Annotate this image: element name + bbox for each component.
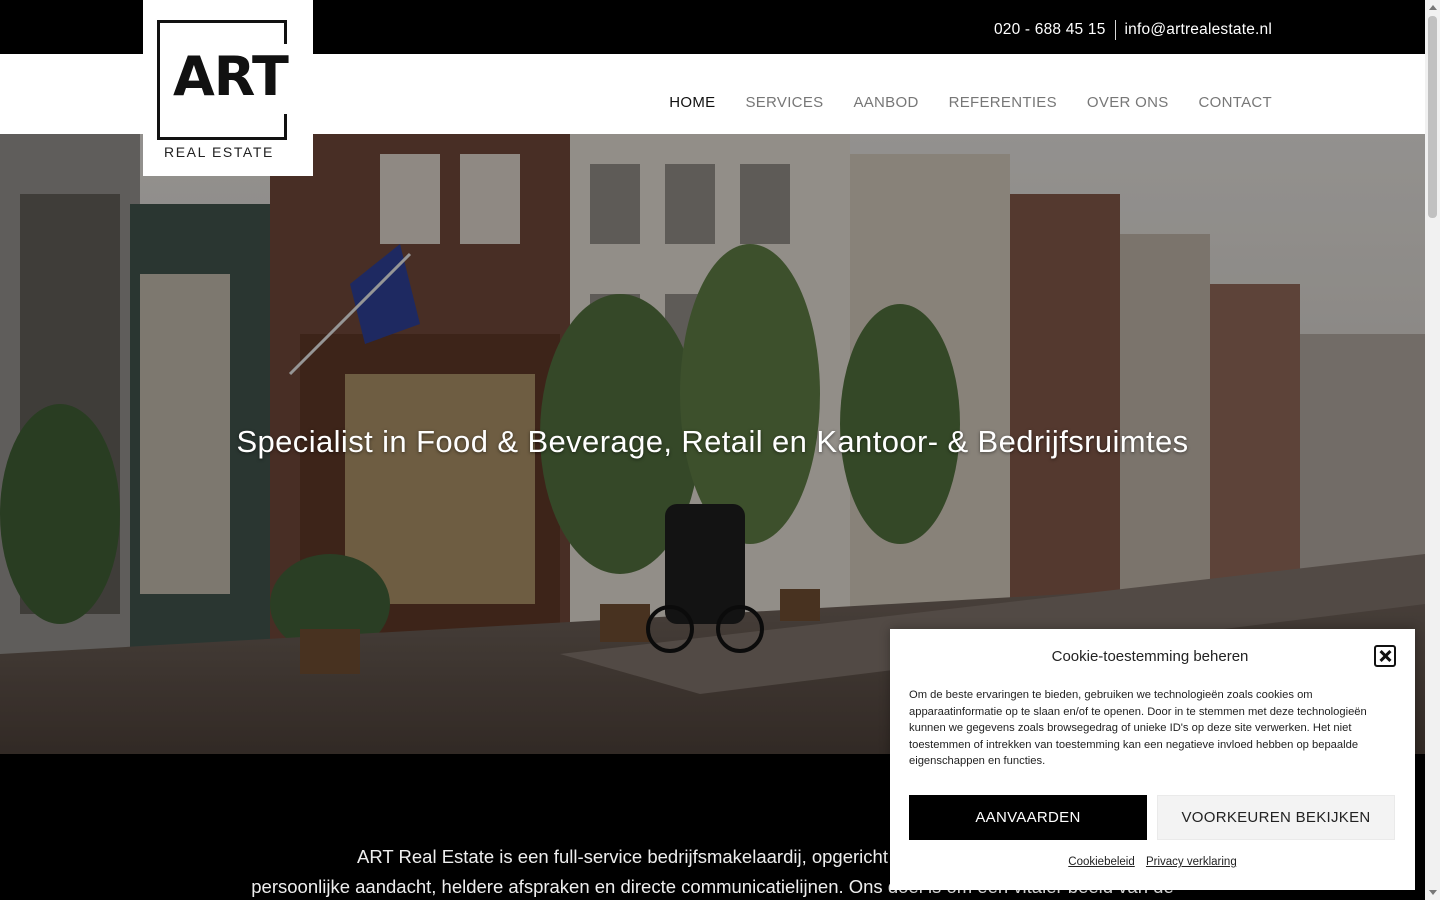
page-scrollbar[interactable] [1425, 0, 1440, 900]
cookie-policy-links: Cookiebeleid Privacy verklaring [890, 856, 1415, 868]
logo-wordmark: ART [173, 45, 289, 108]
scroll-down-arrow-icon[interactable] [1429, 890, 1437, 895]
cookie-dialog-title: Cookie-toestemming beheren [1051, 648, 1249, 665]
email-link[interactable]: info@artrealestate.nl [1125, 21, 1272, 39]
nav-over-ons[interactable]: OVER ONS [1087, 94, 1169, 111]
privacy-statement-link[interactable]: Privacy verklaring [1146, 856, 1237, 868]
close-icon[interactable] [1374, 645, 1396, 667]
scroll-up-arrow-icon[interactable] [1429, 5, 1437, 10]
accept-cookies-button[interactable]: AANVAARDEN [909, 795, 1147, 840]
contact-info: 020 - 688 45 15 info@artrealestate.nl [994, 20, 1272, 40]
page: 020 - 688 45 15 info@artrealestate.nl HO… [0, 0, 1440, 900]
nav-services[interactable]: SERVICES [745, 94, 823, 111]
contact-divider [1114, 20, 1116, 40]
cookie-consent-dialog: Cookie-toestemming beheren Om de beste e… [890, 629, 1415, 890]
nav-home[interactable]: HOME [669, 94, 715, 111]
logo-tagline: REAL ESTATE [164, 144, 274, 160]
scrollbar-thumb[interactable] [1428, 16, 1437, 218]
nav-contact[interactable]: CONTACT [1199, 94, 1272, 111]
cookie-policy-link[interactable]: Cookiebeleid [1068, 856, 1135, 868]
cookie-dialog-body: Om de beste ervaringen te bieden, gebrui… [909, 689, 1367, 768]
hero-heading: Specialist in Food & Beverage, Retail en… [236, 424, 1189, 459]
nav-aanbod[interactable]: AANBOD [853, 94, 918, 111]
site-logo[interactable]: ART REAL ESTATE [143, 0, 313, 176]
main-nav: HOME SERVICES AANBOD REFERENTIES OVER ON… [669, 94, 1272, 111]
nav-referenties[interactable]: REFERENTIES [949, 94, 1057, 111]
view-preferences-button[interactable]: VOORKEUREN BEKIJKEN [1157, 795, 1395, 840]
phone-link[interactable]: 020 - 688 45 15 [994, 21, 1106, 39]
